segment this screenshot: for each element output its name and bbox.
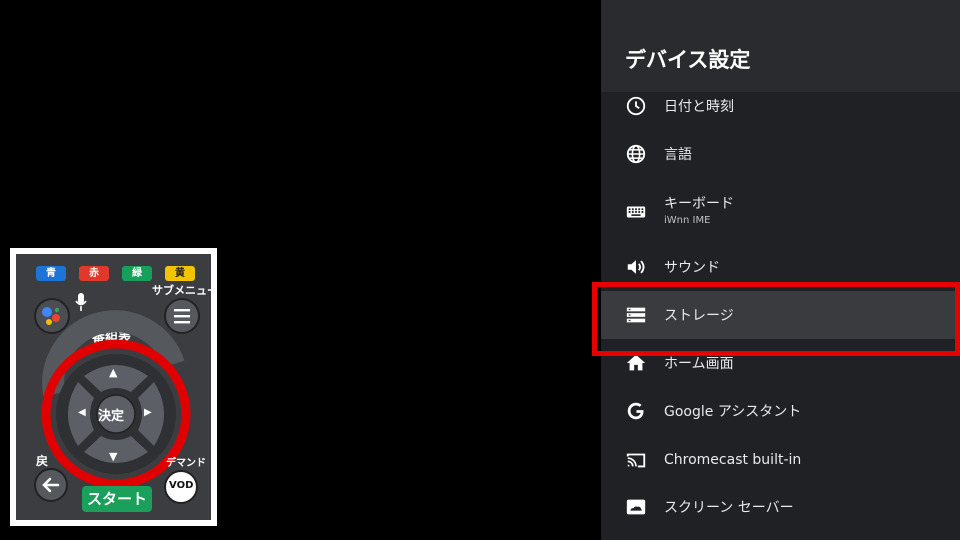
menu-item-keyboard[interactable]: キーボード iWnn IME (601, 186, 960, 238)
vod-button: VOD (164, 470, 198, 504)
menu-item-label: 言語 (664, 147, 692, 163)
on-demand-label: デマンド (166, 458, 206, 469)
menu-item-date-time[interactable]: 日付と時刻 (601, 82, 960, 130)
page-title: デバイス設定 (625, 48, 751, 72)
back-arrow-icon (42, 477, 60, 493)
menu-item-label: ホーム画面 (664, 356, 734, 372)
screensaver-icon (626, 499, 646, 515)
keyboard-icon (626, 206, 646, 218)
remote-control-image: 青 赤 緑 黄 サブメニュー 番組表 (16, 254, 211, 520)
menu-item-label: スクリーン セーバー (664, 500, 794, 516)
vod-label: VOD (169, 480, 194, 491)
back-label: 戻 (36, 454, 49, 468)
menu-item-google-assistant[interactable]: Google アシスタント (601, 387, 960, 435)
up-arrow-icon: ▲ (109, 366, 118, 379)
cast-icon (626, 453, 646, 468)
storage-highlight-box (592, 282, 960, 356)
right-arrow-icon: ▶ (144, 407, 152, 418)
menu-item-label: サウンド (664, 260, 720, 276)
menu-item-chromecast[interactable]: Chromecast built-in (601, 436, 960, 484)
remote-photo-frame: 青 赤 緑 黄 サブメニュー 番組表 (10, 248, 217, 526)
device-settings-panel: デバイス設定 日付と時刻 言語 キーボード iWnn IME サウンド ストレー… (601, 0, 960, 540)
start-button: スタート (82, 486, 152, 512)
down-arrow-icon: ▼ (109, 450, 118, 463)
panel-header: デバイス設定 (601, 0, 960, 92)
google-g-icon (627, 402, 644, 420)
menu-item-label: Chromecast built-in (664, 452, 802, 468)
menu-item-label: キーボード (664, 196, 734, 212)
speaker-icon (627, 260, 645, 274)
menu-item-language[interactable]: 言語 (601, 130, 960, 178)
globe-icon (626, 144, 646, 164)
clock-icon (626, 96, 646, 116)
back-button (34, 468, 68, 502)
menu-item-screensaver[interactable]: スクリーン セーバー (601, 483, 960, 531)
menu-item-label: 日付と時刻 (664, 99, 734, 115)
menu-item-label: Google アシスタント (664, 404, 802, 420)
menu-item-sublabel: iWnn IME (664, 215, 711, 226)
left-arrow-icon: ◀ (78, 407, 86, 418)
ok-button-label: 決定 (98, 409, 125, 424)
